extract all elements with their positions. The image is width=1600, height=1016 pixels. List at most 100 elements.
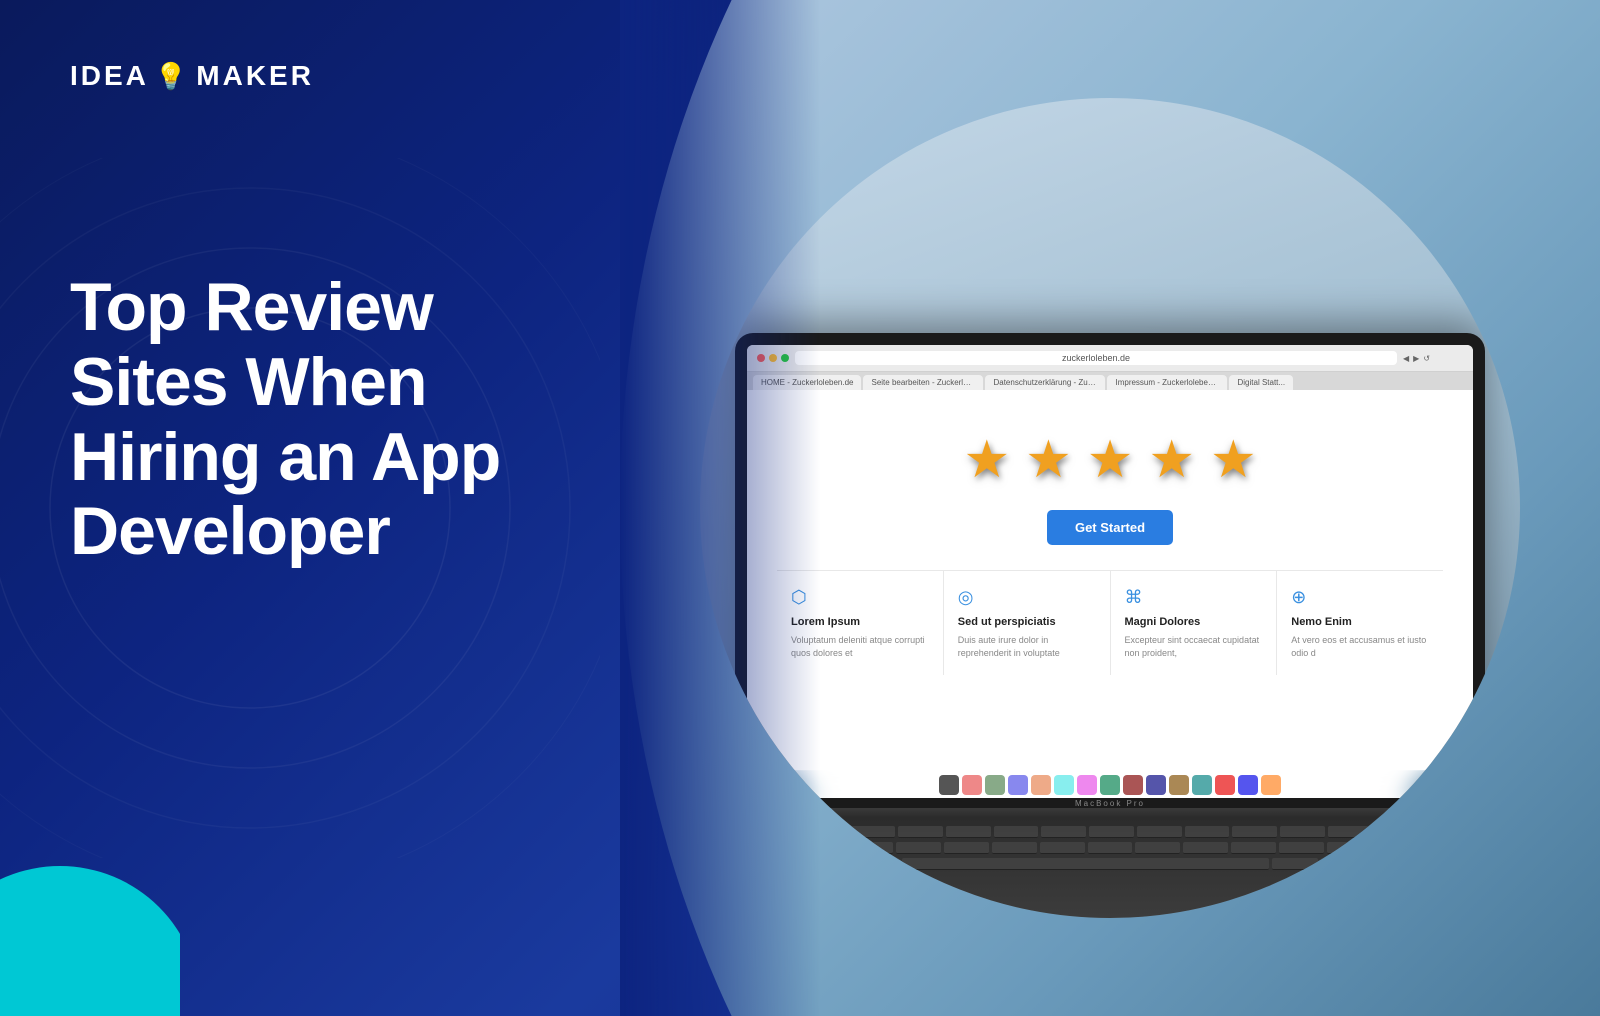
macbook-label: MacBook Pro — [1075, 799, 1145, 808]
key — [1370, 858, 1416, 870]
stars-row: ★ ★ ★ ★ ★ — [777, 430, 1443, 490]
laptop-base: MacBook Pro — [735, 798, 1485, 818]
logo-maker: MAKER — [196, 60, 314, 92]
get-started-button[interactable]: Get Started — [1047, 510, 1173, 545]
key — [1041, 826, 1086, 838]
logo-idea: IDEA — [70, 60, 149, 92]
key — [1328, 826, 1373, 838]
key — [898, 826, 943, 838]
card-icon-2: ◎ — [958, 587, 1096, 608]
stars-section: ★ ★ ★ ★ ★ Get Started — [777, 410, 1443, 560]
laptop-keyboard — [735, 818, 1485, 918]
feature-cards: ⬡ Lorem Ipsum Voluptatum deleniti atque … — [777, 570, 1443, 675]
key — [1327, 842, 1372, 854]
key — [1419, 858, 1465, 870]
key — [896, 842, 941, 854]
browser-controls: ◀▶↺ — [1403, 354, 1463, 363]
key — [944, 842, 989, 854]
hero-heading: Top Review Sites When Hiring an App Deve… — [70, 270, 500, 569]
logo-area: IDEA 💡 MAKER — [70, 60, 314, 92]
card-title-4: Nemo Enim — [1291, 616, 1429, 628]
card-icon-3: ⌘ — [1125, 587, 1263, 608]
dock-icon-2 — [962, 775, 982, 795]
tab-3[interactable]: Datenschutzerklärung - Zuckerloleben.de — [985, 375, 1105, 390]
dock-icon-12 — [1192, 775, 1212, 795]
key — [1185, 826, 1230, 838]
star-3: ★ — [1087, 430, 1134, 490]
spacebar — [902, 858, 1269, 870]
dock-icon-14 — [1238, 775, 1258, 795]
tab-2[interactable]: Seite bearbeiten - Zuckerloleben.de - Wo… — [863, 375, 983, 390]
card-title-3: Magni Dolores — [1125, 616, 1263, 628]
dock-icon-9 — [1123, 775, 1143, 795]
gradient-overlay — [620, 0, 820, 1016]
laptop-circle-frame: zuckerloleben.de ◀▶↺ HOME - Zuckerlolebe… — [700, 98, 1520, 918]
card-text-3: Excepteur sint occaecat cupidatat non pr… — [1125, 634, 1263, 659]
key — [1272, 858, 1318, 870]
star-1: ★ — [963, 430, 1010, 490]
keyboard-row-1 — [755, 826, 1465, 838]
tab-4[interactable]: Impressum - Zuckerloleben.de — [1107, 375, 1227, 390]
key — [992, 842, 1037, 854]
dock-icon-6 — [1054, 775, 1074, 795]
card-text-4: At vero eos et accusamus et iusto odio d — [1291, 634, 1429, 659]
headline-line1: Top Review — [70, 269, 433, 345]
keyboard-row-2 — [755, 842, 1465, 854]
logo-bulb-icon: 💡 — [155, 61, 190, 92]
key — [1135, 842, 1180, 854]
key — [946, 826, 991, 838]
dock-icon-5 — [1031, 775, 1051, 795]
laptop-mockup: zuckerloleben.de ◀▶↺ HOME - Zuckerlolebe… — [735, 333, 1485, 918]
browser-tabs: HOME - Zuckerloleben.de Seite bearbeiten… — [747, 372, 1473, 390]
key — [994, 826, 1039, 838]
macos-dock — [747, 770, 1473, 798]
dock-icon-11 — [1169, 775, 1189, 795]
laptop-screen: zuckerloleben.de ◀▶↺ HOME - Zuckerlolebe… — [747, 345, 1473, 798]
key — [1232, 826, 1277, 838]
key — [1231, 842, 1276, 854]
key — [1376, 826, 1465, 838]
headline-line4: Developer — [70, 493, 390, 569]
feature-card-4: ⊕ Nemo Enim At vero eos et accusamus et … — [1277, 571, 1443, 675]
url-bar[interactable]: zuckerloleben.de — [795, 351, 1397, 365]
laptop-base-bottom: MacBook Pro — [735, 798, 1485, 808]
headline-line2: Sites When — [70, 344, 427, 420]
star-5: ★ — [1210, 430, 1257, 490]
key — [850, 826, 895, 838]
card-text-2: Duis aute irure dolor in reprehenderit i… — [958, 634, 1096, 659]
keyboard-row-3 — [755, 858, 1465, 870]
key — [1137, 826, 1182, 838]
key — [1183, 842, 1228, 854]
dock-icon-4 — [1008, 775, 1028, 795]
dock-icon-7 — [1077, 775, 1097, 795]
teal-accent — [0, 856, 180, 1016]
card-title-2: Sed ut perspiciatis — [958, 616, 1096, 628]
dock-icon-15 — [1261, 775, 1281, 795]
star-2: ★ — [1025, 430, 1072, 490]
key — [1321, 858, 1367, 870]
dock-icon-1 — [939, 775, 959, 795]
dock-icon-3 — [985, 775, 1005, 795]
headline: Top Review Sites When Hiring an App Deve… — [70, 270, 500, 569]
key — [848, 842, 893, 854]
key — [1280, 826, 1325, 838]
tab-5[interactable]: Digital Statt... — [1229, 375, 1293, 390]
headline-line3: Hiring an App — [70, 419, 500, 495]
dock-icon-8 — [1100, 775, 1120, 795]
key — [1088, 842, 1133, 854]
key — [853, 858, 899, 870]
key — [1375, 842, 1465, 854]
key — [1040, 842, 1085, 854]
browser-toolbar: zuckerloleben.de ◀▶↺ — [747, 345, 1473, 372]
feature-card-2: ◎ Sed ut perspiciatis Duis aute irure do… — [944, 571, 1111, 675]
right-section: zuckerloleben.de ◀▶↺ HOME - Zuckerlolebe… — [620, 0, 1600, 1016]
main-container: IDEA 💡 MAKER Top Review Sites When Hirin… — [0, 0, 1600, 1016]
key — [1279, 842, 1324, 854]
brand-logo: IDEA 💡 MAKER — [70, 60, 314, 92]
key — [1089, 826, 1134, 838]
star-4: ★ — [1148, 430, 1195, 490]
laptop-screen-wrapper: zuckerloleben.de ◀▶↺ HOME - Zuckerlolebe… — [735, 333, 1485, 798]
website-content: ★ ★ ★ ★ ★ Get Started — [747, 390, 1473, 770]
card-icon-4: ⊕ — [1291, 587, 1429, 608]
dock-icon-10 — [1146, 775, 1166, 795]
